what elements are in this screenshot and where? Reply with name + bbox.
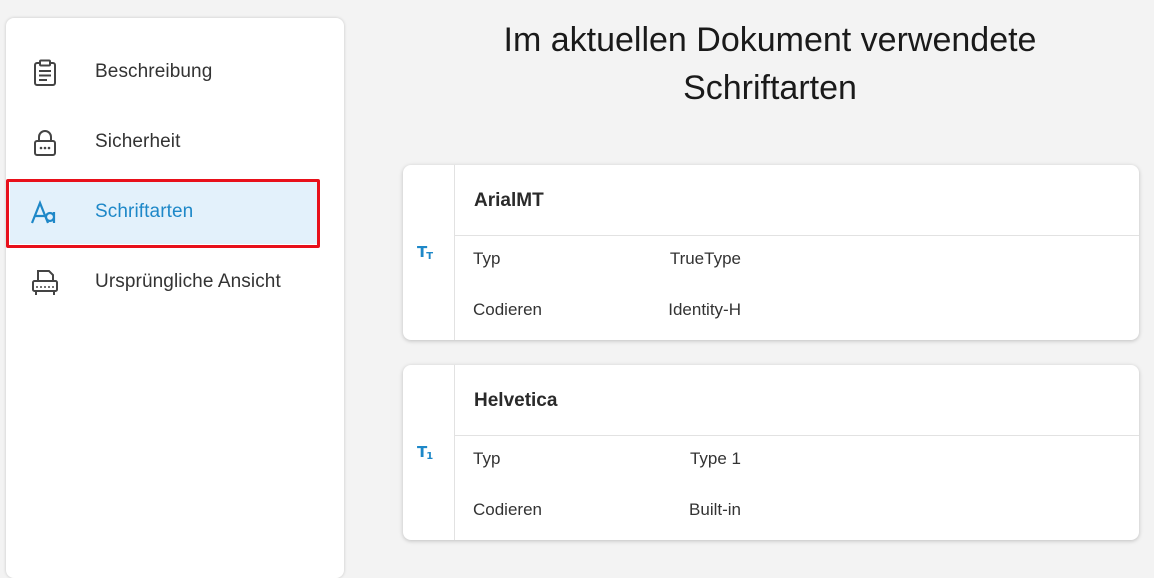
font-card-helvetica: T1 Helvetica Typ Type 1 Codieren Built-i… [403,365,1139,540]
sidebar-item-sicherheit[interactable]: Sicherheit [10,110,320,174]
page-title-line-2: Schriftarten [683,69,857,107]
font-name: Helvetica [474,390,558,411]
sidebar-item-label: Ursprüngliche Ansicht [95,271,281,292]
page-title: Im aktuellen Dokument verwendete Schrift… [400,16,1140,112]
type-label: Typ [473,449,501,468]
divider [455,235,1139,236]
divider [455,435,1139,436]
sidebar-item-label: Schriftarten [95,201,194,222]
clipboard-icon [30,58,60,88]
sidebar-item-schriftarten[interactable]: Schriftarten [10,180,320,244]
font-icon [30,198,60,228]
encoding-label: Codieren [473,300,542,319]
encoding-value: Built-in [689,500,741,519]
sidebar: Beschreibung Sicherheit Schriftarten Urs… [6,18,344,578]
type-label: Typ [473,249,501,268]
sidebar-item-urspruengliche-ansicht[interactable]: Ursprüngliche Ansicht [10,250,320,314]
sidebar-item-label: Beschreibung [95,61,213,82]
truetype-icon: TT [417,243,433,262]
page-title-line-1: Im aktuellen Dokument verwendete [503,21,1037,59]
font-card-arialmt: TT ArialMT Typ TrueType Codieren Identit… [403,165,1139,340]
font-card-icon-column: T1 [403,365,455,540]
type1-icon: T1 [417,443,433,462]
sidebar-item-label: Sicherheit [95,131,181,152]
font-card-icon-column: TT [403,165,455,340]
lock-icon [30,128,60,158]
printer-icon [30,268,60,298]
encoding-label: Codieren [473,500,542,519]
encoding-value: Identity-H [668,300,741,319]
sidebar-item-beschreibung[interactable]: Beschreibung [10,40,320,104]
type-value: TrueType [669,249,741,268]
type-value: Type 1 [689,449,741,468]
font-name: ArialMT [474,190,544,211]
